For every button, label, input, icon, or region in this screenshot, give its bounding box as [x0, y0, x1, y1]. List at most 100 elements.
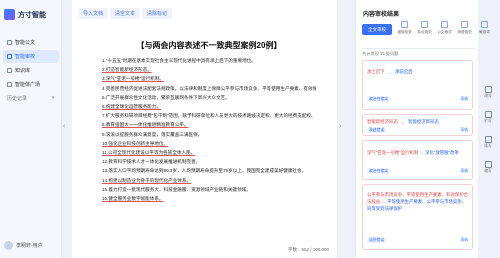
document-icon: [7, 40, 12, 45]
user-profile[interactable]: 李明轩-用户: [4, 241, 43, 250]
avatar: [4, 241, 13, 250]
document-line: 6.构建全球化运营服务能力。: [102, 104, 161, 110]
rewrite-icon: [484, 86, 492, 93]
document-area: 导入文档 清空文本 清除标记 【与两会内容表述不一致典型案例20例】 1.“十五…: [72, 0, 337, 258]
collapse-sidebar-icon[interactable]: ‹: [63, 123, 65, 130]
original-text: 深气“亚泥一号楼”运行机制: [367, 150, 419, 155]
document-line: 14.构建以制造业为骨干的现代化产业体系。: [102, 177, 192, 183]
wording-icon: [461, 21, 468, 28]
logo-icon: [4, 9, 15, 20]
tool-label: 公文格式: [437, 30, 452, 34]
sidebar-nav: 智能公文 智能审校 知识库 智能体广场: [3, 36, 59, 92]
error-check-icon: [401, 21, 408, 28]
edge-tool-label: 扩写: [484, 119, 492, 123]
arrow-right-icon: →: [419, 150, 424, 155]
continue-icon: [484, 136, 492, 143]
arrow-right-icon: →: [400, 119, 406, 125]
error-check-tool[interactable]: 错误检查: [396, 21, 413, 35]
suggested-text: 深化“放管服”改革: [425, 150, 459, 155]
edge-tool-label: 续写: [484, 144, 492, 148]
edge-tool-label: 缩写: [484, 169, 492, 173]
tool-label: 标点规范: [417, 30, 432, 34]
document-line: 2.打造智能新经济形态。: [102, 67, 152, 73]
arrow-right-icon: →: [387, 69, 392, 75]
issue-correction: 承上启下 → 承前启后: [367, 69, 413, 75]
sidebar-item-label: 知识库: [15, 68, 31, 74]
punctuation-tool[interactable]: 标点规范: [416, 21, 433, 35]
accept-button[interactable]: 采纳: [460, 169, 468, 174]
sidebar-item-label: 智能审校: [15, 54, 36, 60]
document-line: 1.“十五五”时期在基本实现社会主义现代化进程中具有承上启下的重要地位。: [102, 58, 256, 63]
sidebar-item-label: 智能公文: [15, 40, 36, 46]
document-line: 8.教育强国大一一体化推进精准教育公平。: [102, 122, 189, 128]
document-line: 10.强化企业科技创新主导地位。: [102, 140, 169, 146]
format-icon: [441, 21, 448, 28]
review-tools: 错误检查 标点规范 公文格式 用语规范 敏感词: [396, 21, 493, 35]
review-panel: 内容审校结果 全文审校 错误检查 标点规范 公文格式 用语规范 敏感词 共计发现…: [355, 0, 490, 258]
issue-tag: 表述错误: [367, 128, 387, 133]
accept-button[interactable]: 采纳: [460, 238, 468, 243]
sidebar-item-document[interactable]: 智能公文: [3, 36, 59, 49]
issue-card[interactable]: 智能新经济形态 → 智能经济新形态 表述错误 采纳: [362, 114, 473, 136]
tool-label: 敏感词: [479, 30, 490, 34]
word-count: 字数：552 / 100,000: [287, 247, 329, 252]
clear-marks-button[interactable]: 清除标记: [142, 8, 173, 19]
tool-label: 用语规范: [457, 30, 472, 34]
document-line: 11.公司全现代化建设以平等为各族全体人民。: [102, 150, 196, 156]
wording-tool[interactable]: 用语规范: [456, 21, 473, 35]
punctuation-icon: [421, 21, 428, 28]
brand-name: 方寸智能: [18, 11, 46, 19]
document-line: 3.深气“亚泥一号楼”运行机制。: [102, 76, 165, 82]
document-line: 13.落实人口平均预期寿命达到80.3岁，人均预期寿命提升至79岁以上，我国完全…: [102, 168, 307, 174]
shorten-tool[interactable]: 缩写: [484, 161, 492, 174]
issue-card[interactable]: 深气“亚泥一号楼”运行机制 → 深化“放管服”改革 政治性错误 采纳: [362, 140, 473, 180]
document-line: 12.教育科学技术人才一体化发展推进机制完善。: [102, 159, 201, 165]
divider: [362, 48, 474, 49]
collapse-panel-icon[interactable]: ›: [339, 123, 341, 130]
issue-card[interactable]: 公平参与市场竞争、平等使用生产要素、有效保护合法权益 → 平等使用生产要素、公平…: [362, 184, 473, 250]
user-name: 李明轩-用户: [16, 243, 43, 249]
sidebar-item-knowledge[interactable]: 知识库: [3, 64, 59, 77]
chevron-down-icon[interactable]: ▾: [52, 95, 55, 101]
import-document-button[interactable]: 导入文档: [78, 8, 109, 19]
issue-correction: 公平参与市场竞争、平等使用生产要素、有效保护合法权益 → 平等使用生产要素、公平…: [367, 191, 470, 212]
document-line: 9.滚滚以提服务群众满意度，落实覆盖三满医保。: [102, 131, 203, 137]
original-text: 智能新经济形态: [367, 119, 398, 124]
clear-text-button[interactable]: 清空文本: [110, 8, 141, 19]
original-text: 承上启下: [367, 69, 385, 74]
edge-tool-label: 改写: [484, 94, 492, 98]
document-line: 4.完善民营经济促进法配套法规政策。以法律和制度上保障公平参与市场竞争、平等使用…: [102, 85, 316, 91]
document-line: 7.扩大服务科研项目经费“包干制”范围，赋予科研单位和人员更大的技术路线决定权、…: [102, 113, 316, 119]
sidebar-item-label: 智能体广场: [15, 82, 41, 88]
format-tool[interactable]: 公文格式: [436, 21, 453, 35]
expand-tool[interactable]: 扩写: [484, 111, 492, 124]
issue-card[interactable]: 承上启下 → 承前启后 政治性错误 采纳: [362, 60, 473, 110]
rewrite-tool[interactable]: 改写: [484, 86, 492, 99]
suggested-text: 智能经济新形态: [408, 119, 439, 124]
issue-correction: 深气“亚泥一号楼”运行机制 → 深化“放管服”改革: [367, 149, 470, 156]
grid-icon: [7, 82, 12, 87]
sidebar-item-agents[interactable]: 智能体广场: [3, 78, 59, 91]
sensitive-word-tool[interactable]: 敏感词: [476, 21, 493, 35]
expand-icon: [484, 111, 492, 118]
continue-tool[interactable]: 续写: [484, 136, 492, 149]
issue-tag: 语序错误: [367, 238, 387, 243]
shield-icon: [481, 21, 488, 28]
issue-tag: 政治性错误: [367, 97, 390, 102]
document-line: 5.广泛开展群众性文化活动，繁荣互联网条件下新兴大众文艺。: [102, 94, 230, 100]
document-title: 【与两会内容表述不一致典型案例20例】: [136, 41, 282, 50]
accept-button[interactable]: 采纳: [460, 97, 468, 102]
document-line: 16.健全服务业数字赋能体系。: [102, 196, 164, 202]
issue-correction: 智能新经济形态 → 智能经济新形态: [367, 119, 439, 125]
history-heading[interactable]: 历史记录: [7, 95, 27, 102]
document-line: 15.着力打造一批现代服务大，科技金融服、资源领域产业链和关键领域。: [102, 186, 251, 192]
accept-button[interactable]: 采纳: [460, 128, 468, 133]
arrow-right-icon: →: [381, 199, 386, 204]
edge-toolbar: 改写 扩写 续写 缩写: [480, 86, 496, 174]
sidebar-item-review[interactable]: 智能审校: [3, 50, 59, 63]
check-icon: [7, 54, 12, 59]
shorten-icon: [484, 161, 492, 168]
full-review-button[interactable]: 全文审校: [362, 24, 392, 35]
document-editor[interactable]: 【与两会内容表述不一致典型案例20例】 1.“十五五”时期在基本实现社会主义现代…: [102, 40, 316, 203]
panel-title: 内容审校结果: [363, 12, 400, 18]
